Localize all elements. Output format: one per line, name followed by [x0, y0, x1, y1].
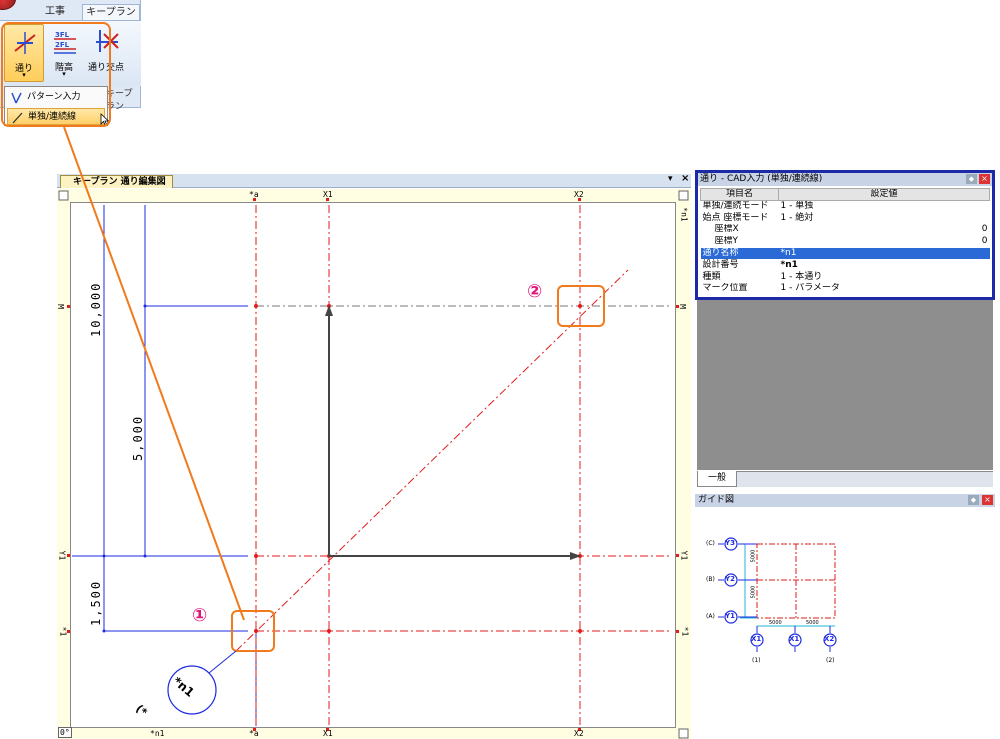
guide-y-paren: (A) [706, 613, 715, 620]
guide-x-label: X1 [789, 635, 800, 643]
guide-x-label: X1 [751, 635, 762, 643]
guide-y-label: Y1 [725, 612, 735, 620]
guide-y-paren: (C) [706, 540, 715, 547]
guide-y-marks [724, 537, 837, 647]
guide-y-label: Y2 [725, 575, 735, 583]
guide-x-paren: (1) [752, 657, 761, 664]
guide-dim-text: 5000 [806, 620, 819, 626]
guide-dim-text: 5000 [769, 620, 782, 626]
guide-y-paren: (B) [706, 576, 715, 583]
guide-overlay [718, 537, 837, 652]
guide-x-paren: (2) [826, 657, 835, 664]
guide-dim-text: 5000 [750, 549, 757, 563]
guide-x-label: X2 [824, 635, 835, 643]
guide-mark-stems [718, 543, 831, 652]
guide-dim-text: 5000 [750, 585, 757, 599]
guide-y-label: Y3 [725, 539, 735, 547]
guide-grid [756, 543, 836, 619]
